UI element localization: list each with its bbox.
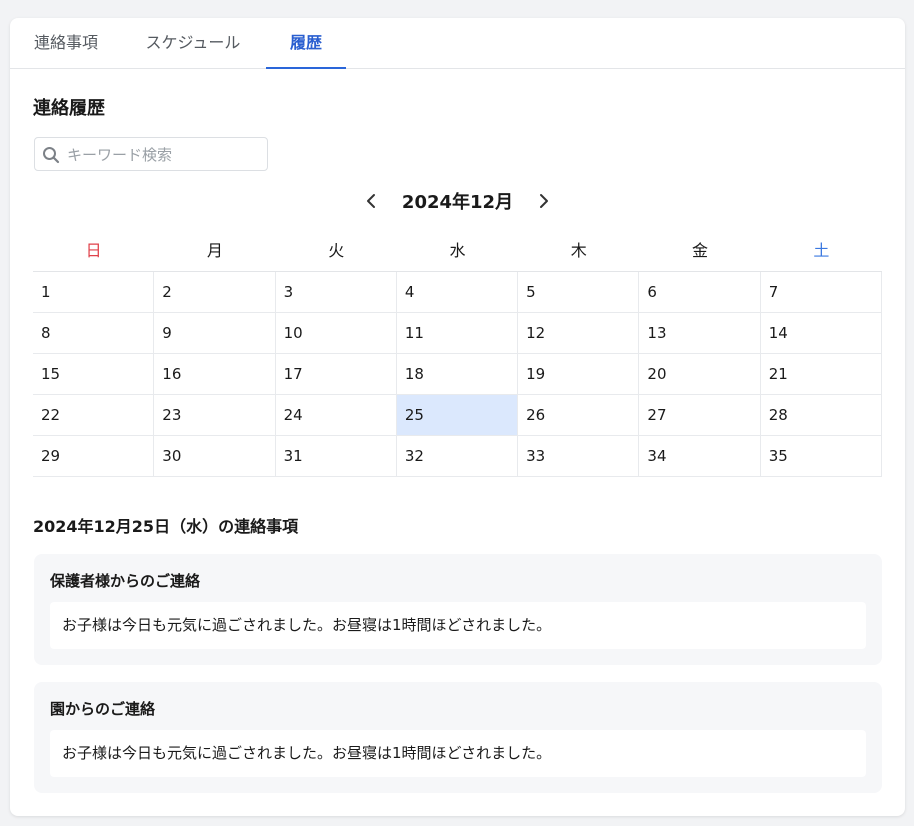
calendar-day[interactable]: 12 [518, 313, 640, 353]
calendar-day[interactable]: 10 [276, 313, 397, 353]
parent-message-card: 保護者様からのご連絡 お子様は今日も元気に過ごされました。お昼寝は1時間ほどされ… [34, 554, 882, 665]
selected-day-title: 2024年12月25日（水）の連絡事項 [33, 517, 299, 536]
weekday-friday: 金 [692, 241, 709, 260]
calendar-day[interactable]: 15 [33, 354, 155, 394]
calendar-day[interactable]: 7 [761, 272, 882, 312]
calendar-grid: 日 月 火 水 木 金 土 1 2 3 4 5 6 7 8 9 10 11 12 13 14 15 16 17 1… [33, 231, 882, 477]
calendar-day[interactable]: 34 [639, 436, 761, 476]
calendar-day[interactable]: 29 [33, 436, 155, 476]
calendar-day[interactable]: 14 [761, 313, 882, 353]
chevron-right-icon [540, 194, 549, 208]
search-box [34, 137, 268, 172]
calendar-day[interactable]: 30 [154, 436, 276, 476]
search-input[interactable] [65, 138, 265, 172]
calendar-day[interactable]: 28 [761, 395, 882, 435]
calendar-day[interactable]: 22 [33, 395, 155, 435]
weekday-thursday: 木 [570, 241, 587, 260]
message-body: お子様は今日も元気に過ごされました。お昼寝は1時間ほどされました。 [50, 730, 866, 777]
calendar-day[interactable]: 23 [154, 395, 276, 435]
calendar-day[interactable]: 17 [276, 354, 397, 394]
calendar-week-row: 22 23 24 25 26 27 28 [33, 395, 882, 436]
calendar-day[interactable]: 18 [397, 354, 519, 394]
calendar-day[interactable]: 9 [154, 313, 276, 353]
chevron-left-icon [366, 194, 375, 208]
calendar-day[interactable]: 4 [397, 272, 519, 312]
search-icon [43, 147, 60, 164]
calendar-day[interactable]: 5 [518, 272, 640, 312]
weekday-wednesday: 水 [449, 241, 466, 260]
history-panel: 連絡事項 スケジュール 履歴 連絡履歴 2024年12月 日 月 火 水 [10, 18, 905, 816]
calendar-day[interactable]: 6 [639, 272, 761, 312]
calendar-day[interactable]: 24 [276, 395, 397, 435]
weekday-tuesday: 火 [328, 241, 345, 260]
calendar-day[interactable]: 16 [154, 354, 276, 394]
calendar-day[interactable]: 2 [154, 272, 276, 312]
calendar-day[interactable]: 27 [639, 395, 761, 435]
calendar-day[interactable]: 3 [276, 272, 397, 312]
message-body: お子様は今日も元気に過ごされました。お昼寝は1時間ほどされました。 [50, 602, 866, 649]
weekday-monday: 月 [206, 241, 223, 260]
weekday-header: 日 月 火 水 木 金 土 [33, 231, 882, 272]
tab-bar: 連絡事項 スケジュール 履歴 [10, 18, 905, 69]
calendar-week-row: 29 30 31 32 33 34 35 [33, 436, 882, 477]
calendar-day[interactable]: 25 [396, 395, 519, 435]
month-navigator: 2024年12月 [10, 188, 905, 214]
calendar-day[interactable]: 19 [518, 354, 640, 394]
calendar-day[interactable]: 1 [33, 272, 155, 312]
calendar-day[interactable]: 21 [761, 354, 882, 394]
calendar-day[interactable]: 20 [639, 354, 761, 394]
calendar-day[interactable]: 32 [397, 436, 519, 476]
calendar-day[interactable]: 11 [397, 313, 519, 353]
tab-schedule[interactable]: スケジュール [144, 18, 242, 68]
next-month-button[interactable] [532, 189, 556, 213]
school-message-card: 園からのご連絡 お子様は今日も元気に過ごされました。お昼寝は1時間ほどされました… [34, 682, 882, 793]
prev-month-button[interactable] [359, 189, 383, 213]
tab-notices[interactable]: 連絡事項 [33, 18, 99, 68]
calendar-day[interactable]: 31 [276, 436, 397, 476]
current-month-label: 2024年12月 [401, 192, 514, 213]
calendar-day[interactable]: 8 [33, 313, 155, 353]
calendar-week-row: 8 9 10 11 12 13 14 [33, 313, 882, 354]
calendar-day[interactable]: 35 [761, 436, 882, 476]
calendar-day[interactable]: 13 [639, 313, 761, 353]
message-heading: 園からのご連絡 [50, 700, 156, 718]
message-heading: 保護者様からのご連絡 [50, 572, 201, 590]
calendar-week-row: 15 16 17 18 19 20 21 [33, 354, 882, 395]
calendar-week-row: 1234567 [33, 272, 882, 313]
weekday-saturday: 土 [813, 241, 830, 260]
calendar-day[interactable]: 26 [518, 395, 640, 435]
page-title: 連絡履歴 [33, 98, 105, 119]
tab-history[interactable]: 履歴 [266, 18, 346, 69]
weekday-sunday: 日 [85, 241, 102, 260]
calendar-day[interactable]: 33 [518, 436, 640, 476]
